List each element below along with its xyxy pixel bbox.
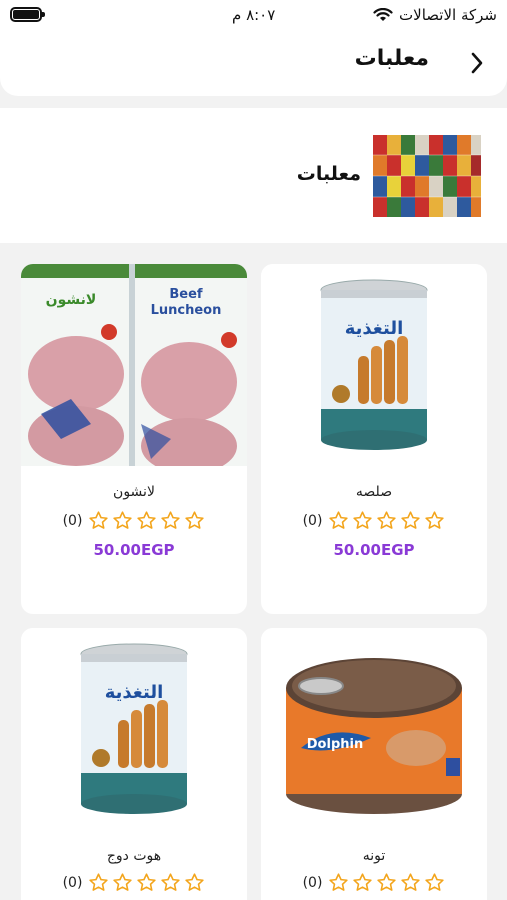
page-title: معلبات [354, 46, 429, 71]
product-card[interactable]: لانشون Beef Luncheon لانشون (0) 50.00EGP [21, 264, 247, 614]
svg-text:Luncheon: Luncheon [151, 303, 222, 318]
star-icon [377, 873, 397, 891]
star-icon [89, 511, 109, 529]
chevron-left-icon [471, 52, 483, 74]
canned-hotdog-image: التغذية [261, 264, 487, 466]
product-name: صلصه [355, 484, 393, 500]
beef-luncheon-image: لانشون Beef Luncheon [21, 264, 247, 466]
carrier-label: شركة الاتصالات [399, 6, 497, 24]
star-icon [113, 873, 133, 891]
star-icon [401, 873, 421, 891]
svg-text:Beef: Beef [169, 287, 203, 302]
star-icon [185, 511, 205, 529]
star-icon [329, 873, 349, 891]
category-name: معلبات [296, 163, 361, 185]
status-carrier: شركة الاتصالات [373, 6, 497, 24]
star-icon [425, 873, 445, 891]
rating-count: (0) [62, 874, 83, 891]
back-button[interactable] [463, 48, 493, 78]
app-header: معلبات [0, 32, 507, 96]
svg-text:لانشون: لانشون [46, 292, 97, 308]
star-icon [161, 873, 181, 891]
product-price: 50.00EGP [93, 541, 175, 559]
star-icon [377, 511, 397, 529]
product-rating: (0) [261, 872, 487, 893]
product-rating: (0) [261, 510, 487, 531]
product-rating: (0) [21, 872, 247, 893]
product-name: تونه [362, 848, 386, 864]
star-icon [185, 873, 205, 891]
product-card[interactable]: التغذية هوت دوج (0) [21, 628, 247, 900]
star-icon [329, 511, 349, 529]
product-name: لانشون [113, 484, 155, 500]
wifi-icon [373, 8, 393, 21]
canned-hotdog-image: التغذية [21, 628, 247, 830]
star-icon [137, 873, 157, 891]
status-bar: ٨:٠٧ م شركة الاتصالات [0, 0, 507, 32]
star-icon [89, 873, 109, 891]
dolphin-tuna-can-image: Dolphin [261, 628, 487, 830]
rating-count: (0) [302, 512, 323, 529]
star-icon [401, 511, 421, 529]
star-icon [353, 873, 373, 891]
star-icon [137, 511, 157, 529]
star-icon [353, 511, 373, 529]
product-card[interactable]: التغذية صلصه (0) 50.00EGP [261, 264, 487, 614]
star-icon [161, 511, 181, 529]
category-image [373, 135, 481, 217]
star-icon [113, 511, 133, 529]
rating-count: (0) [62, 512, 83, 529]
svg-text:التغذية: التغذية [105, 682, 164, 703]
product-name: هوت دوج [106, 848, 162, 864]
category-banner[interactable]: معلبات [0, 108, 507, 243]
svg-text:Dolphin: Dolphin [307, 737, 363, 752]
svg-text:التغذية: التغذية [345, 318, 404, 339]
star-icon [425, 511, 445, 529]
product-card[interactable]: Dolphin تونه (0) [261, 628, 487, 900]
battery-icon [10, 7, 45, 22]
status-time: ٨:٠٧ م [232, 6, 276, 24]
rating-count: (0) [302, 874, 323, 891]
product-price: 50.00EGP [333, 541, 415, 559]
product-rating: (0) [21, 510, 247, 531]
